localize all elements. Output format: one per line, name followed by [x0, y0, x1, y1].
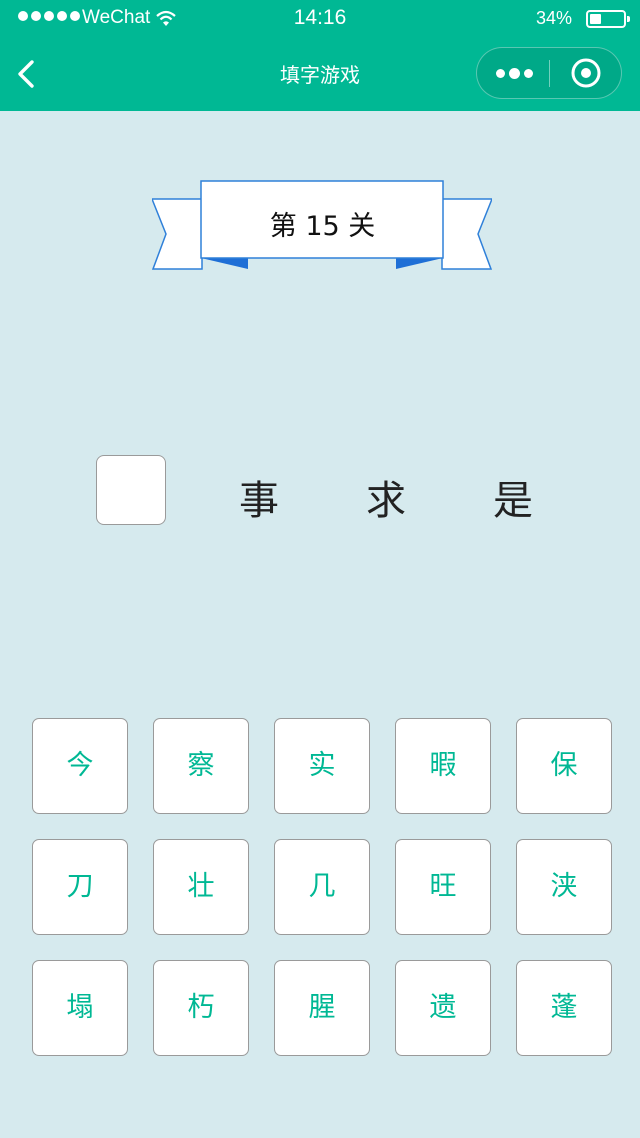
more-dots-icon	[496, 69, 505, 78]
option-tile[interactable]: 今	[32, 718, 128, 814]
option-tile[interactable]: 遗	[395, 960, 491, 1056]
option-tile[interactable]: 刀	[32, 839, 128, 935]
more-button[interactable]	[477, 48, 550, 98]
option-tile[interactable]: 朽	[153, 960, 249, 1056]
target-icon	[571, 58, 601, 88]
option-tile[interactable]: 察	[153, 718, 249, 814]
option-tile[interactable]: 暇	[395, 718, 491, 814]
option-tile[interactable]: 浃	[516, 839, 612, 935]
character-options-grid: 今 察 实 暇 保 刀 壮 几 旺 浃 塌 朽 腥 遗 蓬	[32, 718, 612, 1056]
option-tile[interactable]: 蓬	[516, 960, 612, 1056]
idiom-char: 是	[493, 478, 533, 524]
status-bar: WeChat 14:16 34%	[0, 0, 640, 38]
more-dots-icon	[524, 69, 533, 78]
mini-program-capsule	[476, 47, 622, 99]
battery-percentage: 34%	[535, 8, 572, 28]
option-tile[interactable]: 塌	[32, 960, 128, 1056]
battery-level	[590, 14, 601, 24]
close-mini-program-button[interactable]	[550, 48, 622, 98]
option-tile[interactable]: 几	[274, 839, 370, 935]
option-tile[interactable]: 旺	[395, 839, 491, 935]
more-dots-icon	[509, 68, 520, 79]
option-tile[interactable]: 壮	[153, 839, 249, 935]
option-tile[interactable]: 腥	[274, 960, 370, 1056]
answer-blank[interactable]	[96, 455, 166, 525]
option-tile[interactable]: 实	[274, 718, 370, 814]
top-bar: WeChat 14:16 34% 填字游戏	[0, 0, 640, 111]
level-title: 第 15 关	[269, 211, 376, 242]
idiom-char: 事	[239, 478, 279, 524]
idiom-char: 求	[366, 478, 406, 524]
battery-icon	[586, 10, 630, 28]
option-tile[interactable]: 保	[516, 718, 612, 814]
navigation-bar: 填字游戏	[0, 38, 640, 111]
